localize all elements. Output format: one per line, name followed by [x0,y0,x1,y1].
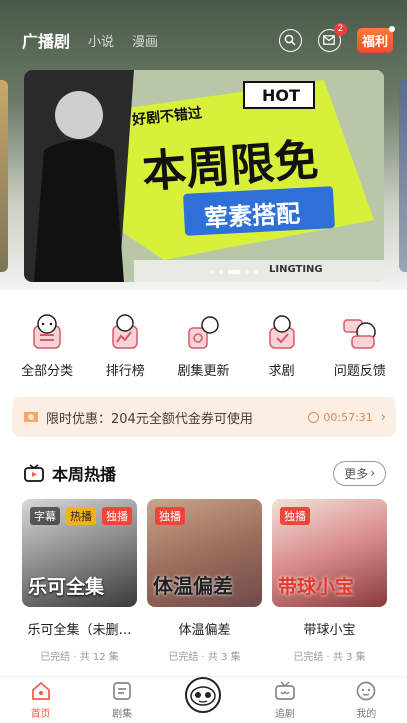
search-button[interactable] [278,28,302,52]
nav-home[interactable]: 首页 [11,680,71,720]
banner-dot-active [228,270,240,274]
message-badge: 2 [333,22,347,36]
tag-exclusive: 独播 [280,507,310,525]
drama-cover: 独播 体温偏差 [147,499,262,607]
banner-headline: 本周限免 [140,134,320,199]
cat-list-icon [25,310,69,354]
promo-text: 限时优惠：204元全额代金券可使用 [46,411,253,427]
nav-following[interactable]: 追剧 [255,680,315,720]
banner-subline: 荤素搭配 [203,199,301,233]
category-label: 问题反馈 [333,364,386,379]
cover-title: 体温偏差 [153,574,233,598]
banner-dot [254,270,258,274]
nav-profile[interactable]: 我的 [336,680,396,720]
drama-cover: 字幕 热播 独播 乐可全集 [22,499,137,607]
message-button[interactable]: 2 [317,22,347,52]
drama-title: 乐可全集（未删… [27,623,132,638]
more-button[interactable]: 更多 › [333,460,386,486]
drama-title: 带球小宝 [303,623,356,638]
clock-icon [308,411,320,423]
category-ranking[interactable]: 排行榜 [90,310,160,379]
chevron-right-icon: › [380,409,386,425]
tag-exclusive: 独播 [102,507,132,525]
nav-label: 剧集 [112,709,133,720]
drama-cover: 独播 带球小宝 [272,499,387,607]
promo-countdown: 00:57:31 › [308,410,386,425]
bottom-nav: 首页 剧集 追剧 我的 [0,676,407,723]
nav-label: 首页 [30,709,51,720]
promo-countdown-value: 00:57:31 [323,410,373,424]
tv-icon [24,464,44,482]
cat-rank-icon [103,310,147,354]
more-label: 更多 [344,466,369,481]
banner-prev-peek[interactable] [0,80,8,272]
drama-card[interactable]: 独播 带球小宝 带球小宝 已完结 · 共 3 集 [272,499,387,663]
promo-coupon-bar[interactable]: 限时优惠：204元全额代金券可使用 00:57:31 › [12,397,396,437]
section-header: 本周热播 更多 › [24,460,386,486]
banner-hot-label: HOT [262,86,300,105]
chevron-right-icon: › [370,466,375,480]
drama-meta: 已完结 · 共 3 集 [293,652,366,663]
drama-card[interactable]: 独播 体温偏差 体温偏差 已完结 · 共 3 集 [147,499,262,663]
banner-next-peek[interactable] [399,80,407,272]
mascot-icon [185,677,222,713]
tag-subtitle: 字幕 [30,507,60,525]
cover-title: 带球小宝 [278,576,355,598]
nav-label: 追剧 [274,709,295,720]
category-shortcuts: 全部分类 排行榜 剧集更新 求剧 问题反馈 [0,310,407,379]
cat-request-icon [260,310,304,354]
tab-novel[interactable]: 小说 [88,31,114,50]
banner-indicator [210,270,263,274]
drama-meta: 已完结 · 共 12 集 [40,652,119,663]
coupon-icon [24,412,38,422]
cat-update-icon [181,310,225,354]
drama-card[interactable]: 字幕 热播 独播 乐可全集 乐可全集（未删… 已完结 · 共 12 集 [22,499,137,663]
banner-carousel[interactable]: HOT 好剧不错过 本周限免 荤素搭配 LINGTING [24,70,384,282]
category-label: 剧集更新 [177,364,230,379]
profile-icon [356,681,376,701]
banner-dot [245,270,249,274]
banner-dot [219,270,223,274]
banner-dot [210,270,214,274]
hot-list: 字幕 热播 独播 乐可全集 乐可全集（未删… 已完结 · 共 12 集 独播 体… [22,499,387,663]
drama-title: 体温偏差 [178,623,231,638]
mail-icon [323,35,336,45]
search-icon [285,34,297,46]
top-bar: 广播剧 小说 漫画 2 福利 [0,22,407,58]
banner-brand: LINGTING [269,264,323,275]
tab-audio-drama[interactable]: 广播剧 [22,28,70,52]
episodes-icon [113,682,131,700]
tag-exclusive: 独播 [155,507,185,525]
category-label: 全部分类 [21,364,74,379]
section-title: 本周热播 [52,465,117,484]
category-label: 排行榜 [105,364,145,379]
nav-center[interactable] [173,677,233,713]
category-all[interactable]: 全部分类 [12,310,82,379]
category-label: 求剧 [268,364,295,379]
category-request[interactable]: 求剧 [247,310,317,379]
category-feedback[interactable]: 问题反馈 [325,310,395,379]
category-updates[interactable]: 剧集更新 [168,310,238,379]
welfare-dot [389,25,395,32]
nav-episodes[interactable]: 剧集 [92,680,152,720]
welfare-button[interactable]: 福利 [356,25,395,53]
cover-title: 乐可全集 [28,576,105,598]
home-icon [31,681,50,700]
cat-help-icon [338,310,382,354]
tab-comic[interactable]: 漫画 [132,31,158,50]
tv-follow-icon [275,681,295,700]
tag-hot: 热播 [66,507,96,525]
welfare-label: 福利 [361,34,388,50]
nav-label: 我的 [356,709,377,720]
drama-meta: 已完结 · 共 3 集 [168,652,241,663]
top-actions: 2 福利 [263,22,395,53]
